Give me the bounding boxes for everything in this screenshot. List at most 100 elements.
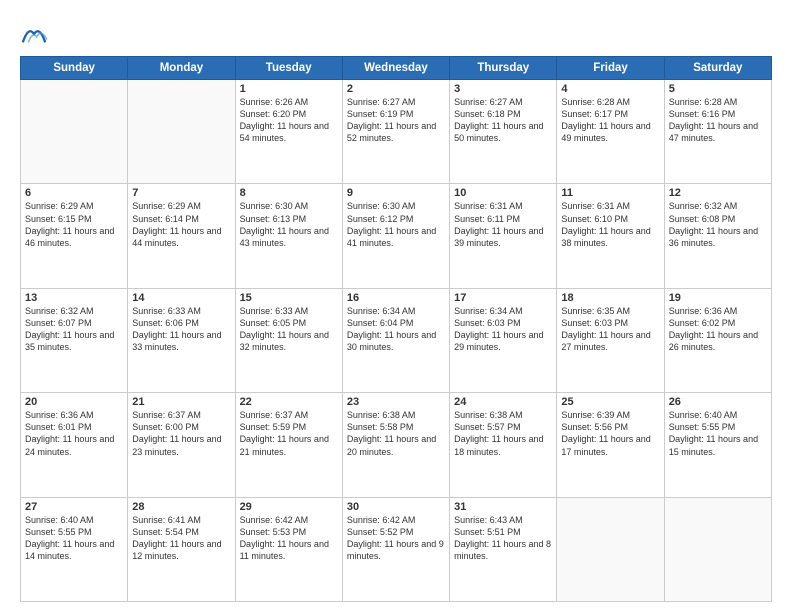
day-number: 6 xyxy=(25,187,123,199)
day-number: 27 xyxy=(25,501,123,513)
calendar-header-row: SundayMondayTuesdayWednesdayThursdayFrid… xyxy=(21,57,772,80)
calendar-cell: 13Sunrise: 6:32 AMSunset: 6:07 PMDayligh… xyxy=(21,288,128,392)
calendar-cell xyxy=(128,80,235,184)
day-number: 12 xyxy=(669,187,767,199)
cell-content: Sunrise: 6:36 AMSunset: 6:02 PMDaylight:… xyxy=(669,305,767,354)
cell-content: Sunrise: 6:33 AMSunset: 6:05 PMDaylight:… xyxy=(240,305,338,354)
day-header-sunday: Sunday xyxy=(21,57,128,80)
cell-content: Sunrise: 6:32 AMSunset: 6:07 PMDaylight:… xyxy=(25,305,123,354)
cell-content: Sunrise: 6:43 AMSunset: 5:51 PMDaylight:… xyxy=(454,514,552,563)
calendar-week-1: 1Sunrise: 6:26 AMSunset: 6:20 PMDaylight… xyxy=(21,80,772,184)
cell-content: Sunrise: 6:31 AMSunset: 6:11 PMDaylight:… xyxy=(454,200,552,249)
cell-content: Sunrise: 6:39 AMSunset: 5:56 PMDaylight:… xyxy=(561,409,659,458)
calendar-cell: 9Sunrise: 6:30 AMSunset: 6:12 PMDaylight… xyxy=(342,184,449,288)
cell-content: Sunrise: 6:29 AMSunset: 6:15 PMDaylight:… xyxy=(25,200,123,249)
cell-content: Sunrise: 6:34 AMSunset: 6:04 PMDaylight:… xyxy=(347,305,445,354)
cell-content: Sunrise: 6:36 AMSunset: 6:01 PMDaylight:… xyxy=(25,409,123,458)
calendar-cell: 22Sunrise: 6:37 AMSunset: 5:59 PMDayligh… xyxy=(235,393,342,497)
calendar-cell: 5Sunrise: 6:28 AMSunset: 6:16 PMDaylight… xyxy=(664,80,771,184)
calendar-cell: 11Sunrise: 6:31 AMSunset: 6:10 PMDayligh… xyxy=(557,184,664,288)
cell-content: Sunrise: 6:31 AMSunset: 6:10 PMDaylight:… xyxy=(561,200,659,249)
cell-content: Sunrise: 6:42 AMSunset: 5:52 PMDaylight:… xyxy=(347,514,445,563)
day-number: 26 xyxy=(669,396,767,408)
day-number: 24 xyxy=(454,396,552,408)
day-number: 19 xyxy=(669,292,767,304)
day-header-tuesday: Tuesday xyxy=(235,57,342,80)
calendar-cell: 1Sunrise: 6:26 AMSunset: 6:20 PMDaylight… xyxy=(235,80,342,184)
day-number: 9 xyxy=(347,187,445,199)
header xyxy=(20,16,772,48)
cell-content: Sunrise: 6:30 AMSunset: 6:13 PMDaylight:… xyxy=(240,200,338,249)
cell-content: Sunrise: 6:27 AMSunset: 6:18 PMDaylight:… xyxy=(454,96,552,145)
cell-content: Sunrise: 6:37 AMSunset: 5:59 PMDaylight:… xyxy=(240,409,338,458)
calendar-cell: 23Sunrise: 6:38 AMSunset: 5:58 PMDayligh… xyxy=(342,393,449,497)
calendar-week-4: 20Sunrise: 6:36 AMSunset: 6:01 PMDayligh… xyxy=(21,393,772,497)
cell-content: Sunrise: 6:29 AMSunset: 6:14 PMDaylight:… xyxy=(132,200,230,249)
cell-content: Sunrise: 6:28 AMSunset: 6:17 PMDaylight:… xyxy=(561,96,659,145)
calendar-cell: 12Sunrise: 6:32 AMSunset: 6:08 PMDayligh… xyxy=(664,184,771,288)
calendar-cell xyxy=(664,497,771,601)
cell-content: Sunrise: 6:41 AMSunset: 5:54 PMDaylight:… xyxy=(132,514,230,563)
logo xyxy=(20,20,52,48)
day-number: 10 xyxy=(454,187,552,199)
day-header-saturday: Saturday xyxy=(664,57,771,80)
day-number: 15 xyxy=(240,292,338,304)
calendar-week-5: 27Sunrise: 6:40 AMSunset: 5:55 PMDayligh… xyxy=(21,497,772,601)
calendar-cell: 15Sunrise: 6:33 AMSunset: 6:05 PMDayligh… xyxy=(235,288,342,392)
calendar-table: SundayMondayTuesdayWednesdayThursdayFrid… xyxy=(20,56,772,602)
calendar-cell: 4Sunrise: 6:28 AMSunset: 6:17 PMDaylight… xyxy=(557,80,664,184)
calendar-cell xyxy=(557,497,664,601)
calendar-cell: 29Sunrise: 6:42 AMSunset: 5:53 PMDayligh… xyxy=(235,497,342,601)
day-number: 14 xyxy=(132,292,230,304)
calendar-cell: 6Sunrise: 6:29 AMSunset: 6:15 PMDaylight… xyxy=(21,184,128,288)
calendar-cell: 10Sunrise: 6:31 AMSunset: 6:11 PMDayligh… xyxy=(450,184,557,288)
day-number: 1 xyxy=(240,83,338,95)
cell-content: Sunrise: 6:34 AMSunset: 6:03 PMDaylight:… xyxy=(454,305,552,354)
calendar-cell: 31Sunrise: 6:43 AMSunset: 5:51 PMDayligh… xyxy=(450,497,557,601)
day-number: 13 xyxy=(25,292,123,304)
calendar-cell: 20Sunrise: 6:36 AMSunset: 6:01 PMDayligh… xyxy=(21,393,128,497)
day-header-wednesday: Wednesday xyxy=(342,57,449,80)
day-number: 8 xyxy=(240,187,338,199)
page: SundayMondayTuesdayWednesdayThursdayFrid… xyxy=(0,0,792,612)
day-number: 5 xyxy=(669,83,767,95)
day-number: 16 xyxy=(347,292,445,304)
day-number: 17 xyxy=(454,292,552,304)
day-number: 2 xyxy=(347,83,445,95)
cell-content: Sunrise: 6:28 AMSunset: 6:16 PMDaylight:… xyxy=(669,96,767,145)
calendar-cell: 14Sunrise: 6:33 AMSunset: 6:06 PMDayligh… xyxy=(128,288,235,392)
day-number: 29 xyxy=(240,501,338,513)
cell-content: Sunrise: 6:27 AMSunset: 6:19 PMDaylight:… xyxy=(347,96,445,145)
cell-content: Sunrise: 6:33 AMSunset: 6:06 PMDaylight:… xyxy=(132,305,230,354)
cell-content: Sunrise: 6:26 AMSunset: 6:20 PMDaylight:… xyxy=(240,96,338,145)
day-number: 23 xyxy=(347,396,445,408)
day-header-monday: Monday xyxy=(128,57,235,80)
cell-content: Sunrise: 6:42 AMSunset: 5:53 PMDaylight:… xyxy=(240,514,338,563)
day-number: 28 xyxy=(132,501,230,513)
cell-content: Sunrise: 6:38 AMSunset: 5:58 PMDaylight:… xyxy=(347,409,445,458)
cell-content: Sunrise: 6:30 AMSunset: 6:12 PMDaylight:… xyxy=(347,200,445,249)
day-number: 7 xyxy=(132,187,230,199)
calendar-cell: 27Sunrise: 6:40 AMSunset: 5:55 PMDayligh… xyxy=(21,497,128,601)
day-number: 3 xyxy=(454,83,552,95)
day-number: 25 xyxy=(561,396,659,408)
calendar-cell: 21Sunrise: 6:37 AMSunset: 6:00 PMDayligh… xyxy=(128,393,235,497)
day-number: 4 xyxy=(561,83,659,95)
logo-icon xyxy=(20,20,48,48)
calendar-cell: 17Sunrise: 6:34 AMSunset: 6:03 PMDayligh… xyxy=(450,288,557,392)
day-number: 31 xyxy=(454,501,552,513)
calendar-cell: 18Sunrise: 6:35 AMSunset: 6:03 PMDayligh… xyxy=(557,288,664,392)
day-number: 20 xyxy=(25,396,123,408)
calendar-cell: 25Sunrise: 6:39 AMSunset: 5:56 PMDayligh… xyxy=(557,393,664,497)
calendar-cell: 8Sunrise: 6:30 AMSunset: 6:13 PMDaylight… xyxy=(235,184,342,288)
day-header-thursday: Thursday xyxy=(450,57,557,80)
calendar-week-2: 6Sunrise: 6:29 AMSunset: 6:15 PMDaylight… xyxy=(21,184,772,288)
day-header-friday: Friday xyxy=(557,57,664,80)
calendar-cell: 19Sunrise: 6:36 AMSunset: 6:02 PMDayligh… xyxy=(664,288,771,392)
calendar-cell: 16Sunrise: 6:34 AMSunset: 6:04 PMDayligh… xyxy=(342,288,449,392)
calendar-cell: 30Sunrise: 6:42 AMSunset: 5:52 PMDayligh… xyxy=(342,497,449,601)
day-number: 18 xyxy=(561,292,659,304)
day-number: 30 xyxy=(347,501,445,513)
cell-content: Sunrise: 6:38 AMSunset: 5:57 PMDaylight:… xyxy=(454,409,552,458)
day-number: 22 xyxy=(240,396,338,408)
